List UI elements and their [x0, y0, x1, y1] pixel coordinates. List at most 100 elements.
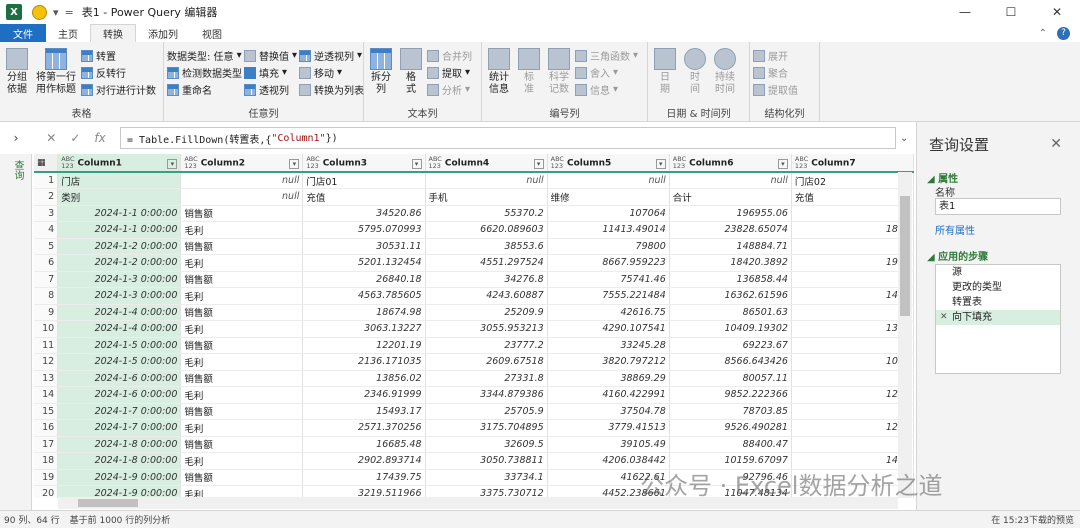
- table-cell[interactable]: 86501.63: [669, 304, 792, 321]
- row-number[interactable]: 10: [34, 320, 59, 338]
- expand-queries-icon[interactable]: ›: [0, 122, 32, 154]
- column-filter-icon[interactable]: ▾: [289, 158, 300, 169]
- type-any-icon[interactable]: ABC 123: [429, 155, 442, 170]
- column-header[interactable]: ABC 123 Column1 ▾: [57, 154, 182, 173]
- table-cell[interactable]: 销售额: [180, 469, 304, 486]
- table-cell[interactable]: 2024-1-2 0:00:00: [57, 254, 182, 272]
- table-cell[interactable]: 196955.06: [669, 205, 792, 222]
- table-cell[interactable]: 销售额: [180, 436, 304, 453]
- type-any-icon[interactable]: ABC 123: [795, 155, 808, 170]
- table-cell[interactable]: 销售额: [180, 238, 304, 255]
- step-changed-type[interactable]: 更改的类型: [936, 280, 1060, 295]
- table-cell[interactable]: 合计: [669, 188, 792, 206]
- table-cell[interactable]: 69223.67: [669, 337, 792, 354]
- vertical-scrollbar[interactable]: [898, 172, 912, 498]
- table-cell[interactable]: 手机: [425, 188, 548, 206]
- table-cell[interactable]: 门店02: [791, 172, 914, 189]
- table-cell[interactable]: 4551.297524: [425, 254, 548, 272]
- properties-section[interactable]: ◢ 属性: [927, 170, 958, 185]
- collapse-ribbon-icon[interactable]: ⌃: [1039, 28, 1047, 39]
- table-cell[interactable]: null: [180, 188, 304, 206]
- delete-step-icon[interactable]: ✕: [940, 310, 948, 325]
- query-name-input[interactable]: 表1: [935, 198, 1061, 215]
- type-any-icon[interactable]: ABC 123: [673, 155, 686, 170]
- trig-button[interactable]: 三角函数 ▾: [575, 48, 638, 63]
- row-number[interactable]: 17: [34, 436, 59, 453]
- table-cell[interactable]: 30531.11: [302, 238, 426, 255]
- table-cell[interactable]: 38869.29: [547, 370, 670, 387]
- column-header[interactable]: ABC 123 Column2 ▾: [180, 154, 304, 173]
- table-cell[interactable]: 16362.61596: [669, 287, 792, 305]
- expand-formula-icon[interactable]: ⌄: [900, 133, 916, 144]
- row-number[interactable]: 20: [34, 485, 59, 498]
- formula-input[interactable]: = Table.FillDown(转置表,{"Column1"}): [120, 127, 896, 149]
- table-cell[interactable]: 2024-1-4 0:00:00: [57, 304, 182, 321]
- table-cell[interactable]: 2024-1-3 0:00:00: [57, 271, 182, 288]
- table-cell[interactable]: 25705.9: [425, 403, 548, 420]
- table-cell[interactable]: 2609.67518: [425, 353, 548, 371]
- row-number[interactable]: 7: [34, 271, 59, 288]
- unpivot-button[interactable]: 逆透视列 ▾: [299, 48, 364, 63]
- row-number[interactable]: 1: [34, 172, 59, 189]
- help-icon[interactable]: ?: [1057, 26, 1070, 40]
- table-cell[interactable]: 26840.18: [302, 271, 426, 288]
- table-cell[interactable]: 79800: [547, 238, 670, 255]
- table-cell[interactable]: 4243.60887: [425, 287, 548, 305]
- expand-button[interactable]: 展开: [753, 48, 798, 63]
- column-header[interactable]: ABC 123 Column4 ▾: [425, 154, 548, 173]
- table-cell[interactable]: [791, 271, 914, 288]
- step-transposed[interactable]: 转置表: [936, 295, 1060, 310]
- table-cell[interactable]: 78703.85: [669, 403, 792, 420]
- table-cell[interactable]: 1015: [791, 353, 914, 371]
- table-cell[interactable]: [791, 436, 914, 453]
- table-cell[interactable]: 55370.2: [425, 205, 548, 222]
- table-cell[interactable]: 148884.71: [669, 238, 792, 255]
- table-cell[interactable]: 2024-1-5 0:00:00: [57, 353, 182, 371]
- table-cell[interactable]: 33734.1: [425, 469, 548, 486]
- table-cell[interactable]: 33245.28: [547, 337, 670, 354]
- fx-icon[interactable]: fx: [94, 131, 105, 145]
- column-header[interactable]: ABC 123 Column3 ▾: [302, 154, 426, 173]
- table-cell[interactable]: 2024-1-8 0:00:00: [57, 452, 182, 470]
- extract-values-button[interactable]: 提取值: [753, 82, 798, 97]
- queries-pane-collapsed[interactable]: 查询: [0, 154, 32, 510]
- table-cell[interactable]: 销售额: [180, 271, 304, 288]
- row-number[interactable]: 16: [34, 419, 59, 437]
- table-cell[interactable]: 2024-1-5 0:00:00: [57, 337, 182, 354]
- type-any-icon[interactable]: ABC 123: [306, 155, 319, 170]
- rounding-button[interactable]: 舍入 ▾: [575, 65, 638, 80]
- table-cell[interactable]: 充值: [791, 188, 914, 206]
- table-cell[interactable]: 8566.643426: [669, 353, 792, 371]
- table-cell[interactable]: 32609.5: [425, 436, 548, 453]
- table-cell[interactable]: 2024-1-7 0:00:00: [57, 403, 182, 420]
- table-cell[interactable]: 毛利: [180, 452, 304, 470]
- table-cell[interactable]: 107064: [547, 205, 670, 222]
- close-window-icon[interactable]: ✕: [1034, 0, 1080, 24]
- column-filter-icon[interactable]: ▾: [655, 158, 666, 169]
- smiley-feedback-icon[interactable]: [32, 4, 47, 20]
- table-cell[interactable]: 1264: [791, 419, 914, 437]
- tab-file[interactable]: 文件: [0, 24, 46, 42]
- table-cell[interactable]: 25209.9: [425, 304, 548, 321]
- table-cell[interactable]: 销售额: [180, 337, 304, 354]
- pivot-button[interactable]: 透视列: [244, 82, 297, 97]
- table-cell[interactable]: 毛利: [180, 419, 304, 437]
- parse-button[interactable]: 分析 ▾: [427, 82, 472, 97]
- table-cell[interactable]: 3779.41513: [547, 419, 670, 437]
- table-cell[interactable]: 75741.46: [547, 271, 670, 288]
- table-cell[interactable]: 80057.11: [669, 370, 792, 387]
- count-rows-button[interactable]: 对行进行计数: [81, 82, 156, 97]
- table-cell[interactable]: 毛利: [180, 353, 304, 371]
- table-cell[interactable]: 2024-1-8 0:00:00: [57, 436, 182, 453]
- extract-button[interactable]: 提取 ▾: [427, 65, 472, 80]
- type-any-icon[interactable]: ABC 123: [184, 155, 197, 170]
- table-cell[interactable]: 16685.48: [302, 436, 426, 453]
- all-properties-link[interactable]: 所有属性: [935, 222, 975, 237]
- table-cell[interactable]: 42616.75: [547, 304, 670, 321]
- maximize-icon[interactable]: ☐: [988, 0, 1034, 24]
- table-cell[interactable]: null: [425, 172, 548, 189]
- cancel-formula-icon[interactable]: ✕: [46, 131, 56, 145]
- move-button[interactable]: 移动 ▾: [299, 65, 364, 80]
- column-header[interactable]: ABC 123 Column7: [791, 154, 914, 173]
- row-number[interactable]: 8: [34, 287, 59, 305]
